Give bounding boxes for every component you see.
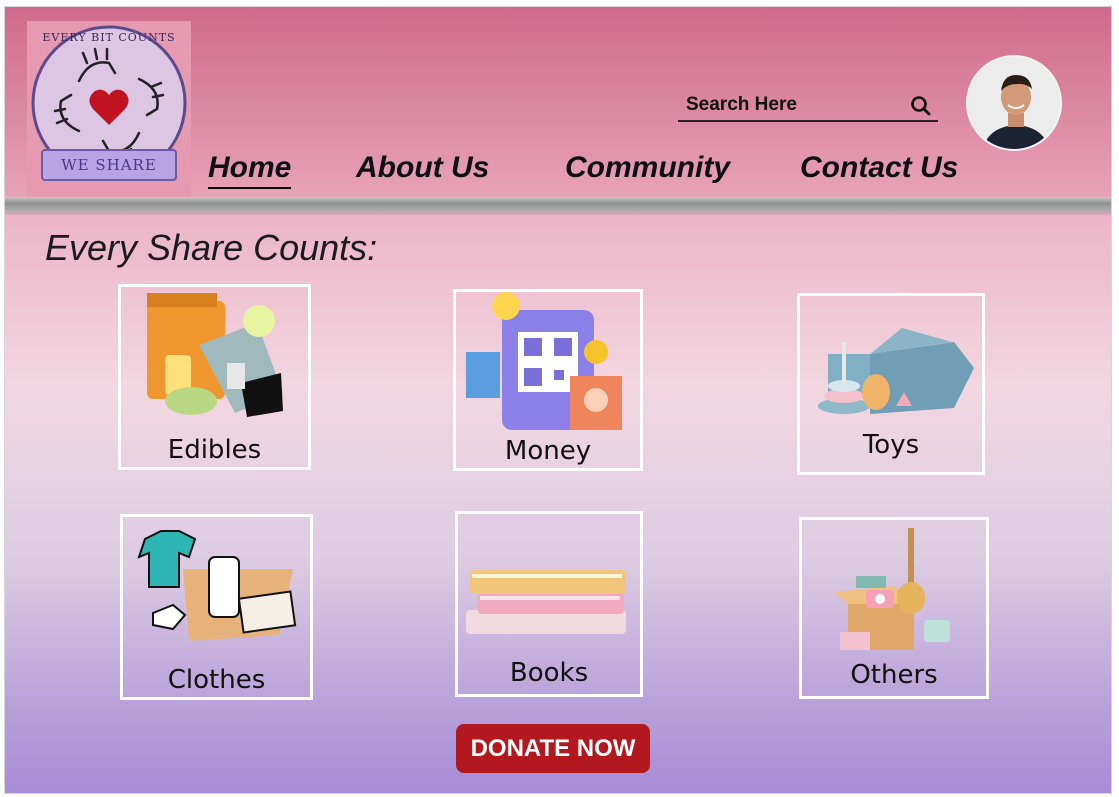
nav-community[interactable]: Community — [565, 151, 730, 185]
header: EVERY BIT COUNTS WE SHARE Home Abou — [5, 7, 1111, 197]
avatar[interactable] — [966, 55, 1062, 151]
category-label: Clothes — [167, 665, 266, 695]
food-groceries-icon — [147, 293, 283, 417]
category-label: Money — [504, 436, 592, 466]
page-title: Every Share Counts: — [45, 227, 378, 268]
donate-now-button[interactable]: DONATE NOW — [456, 724, 650, 773]
category-card-others[interactable]: Others — [799, 517, 989, 699]
category-label: Others — [850, 660, 938, 690]
category-label: Edibles — [167, 435, 262, 465]
books-stack-icon — [466, 570, 626, 634]
category-label: Books — [509, 658, 589, 688]
logo-top-text: EVERY BIT COUNTS — [42, 31, 176, 44]
category-card-toys[interactable]: Toys — [797, 293, 985, 475]
header-divider — [5, 197, 1111, 215]
misc-items-box-icon — [834, 528, 950, 650]
qr-payment-icon — [466, 292, 622, 430]
page-frame: EVERY BIT COUNTS WE SHARE Home Abou — [4, 6, 1112, 794]
category-card-edibles[interactable]: Edibles — [118, 284, 311, 470]
clothes-donation-icon — [137, 530, 297, 641]
search-box — [678, 89, 938, 122]
nav-about-us[interactable]: About Us — [356, 151, 489, 185]
category-card-money[interactable]: Money — [453, 289, 643, 471]
user-profile-photo — [968, 57, 1060, 149]
nav-contact-us[interactable]: Contact Us — [800, 151, 958, 185]
category-card-books[interactable]: Books — [455, 511, 643, 697]
search-icon[interactable] — [910, 95, 932, 117]
logo-ribbon: WE SHARE — [41, 149, 177, 181]
logo-ribbon-text: WE SHARE — [61, 156, 157, 174]
nav-home[interactable]: Home — [208, 151, 292, 189]
site-logo[interactable]: EVERY BIT COUNTS WE SHARE — [27, 21, 191, 197]
toy-box-icon — [818, 328, 974, 414]
category-label: Toys — [862, 430, 920, 460]
category-card-clothes[interactable]: Clothes — [120, 514, 313, 700]
search-input[interactable] — [686, 93, 906, 117]
main-content: Every Share Counts: Edibles Money Toys C… — [5, 215, 1111, 793]
